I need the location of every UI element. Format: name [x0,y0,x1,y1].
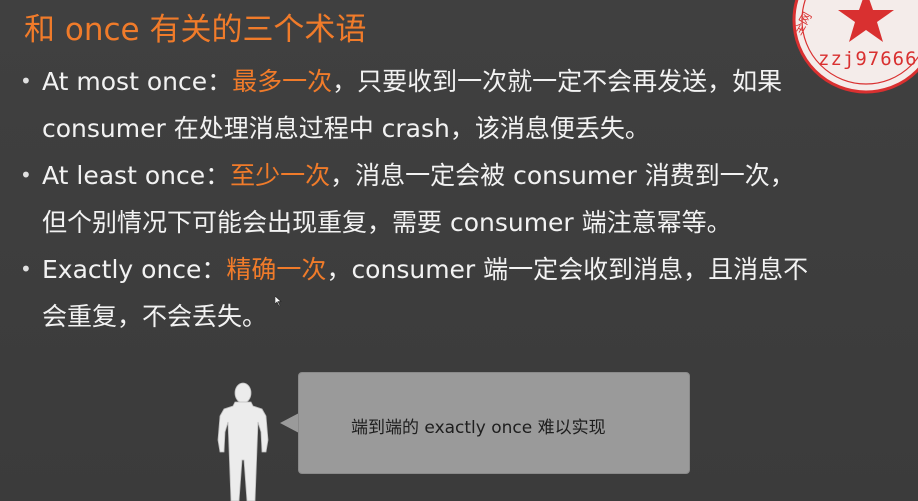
bullet-lead: At most once： [42,67,233,96]
bullet-line-2: 会重复，不会丢失。 [42,302,268,331]
bullet-rest: ，消息一定会被 consumer 消费到一次， [330,161,795,190]
bullet-line-1: Exactly once：精确一次，consumer 端一定会收到消息，且消息不 [42,246,900,293]
bullet-at-most-once: • At most once：最多一次，只要收到一次就一定不会再发送，如果 co… [20,58,900,152]
bullet-rest: ，只要收到一次就一定不会再发送，如果 [332,67,783,96]
slide-title: 和 once 有关的三个术语 [24,12,367,48]
bullet-highlight: 至少一次 [230,161,331,190]
bullet-list: • At most once：最多一次，只要收到一次就一定不会再发送，如果 co… [20,58,900,340]
bullet-line-1: At most once：最多一次，只要收到一次就一定不会再发送，如果 [42,58,900,105]
bullet-dot: • [20,69,32,93]
person-silhouette-icon [217,382,269,501]
bullet-lead: Exactly once： [42,255,227,284]
callout-text: 端到端的 exactly once 难以实现 [351,418,606,438]
bullet-line-2: 但个别情况下可能会出现重复，需要 consumer 端注意幂等。 [42,208,732,237]
bullet-dot: • [20,257,32,281]
bullet-line-1: At least once：至少一次，消息一定会被 consumer 消费到一次… [42,152,900,199]
bullet-dot: • [20,163,32,187]
watermark-label: zzj97666 [818,48,918,70]
bullet-line-2: consumer 在处理消息过程中 crash，该消息便丢失。 [42,114,650,143]
bullet-at-least-once: • At least once：至少一次，消息一定会被 consumer 消费到… [20,152,900,246]
bullet-highlight: 精确一次 [226,255,327,284]
mouse-cursor-icon [275,296,282,306]
slide: 和 once 有关的三个术语 • At most once：最多一次，只要收到一… [0,0,918,501]
callout-tail [280,413,299,433]
bullet-exactly-once: • Exactly once：精确一次，consumer 端一定会收到消息，且消… [20,246,900,340]
speech-callout: 端到端的 exactly once 难以实现 [298,372,690,474]
bullet-rest: ，consumer 端一定会收到消息，且消息不 [326,255,809,284]
bullet-highlight: 最多一次 [232,67,333,96]
bullet-lead: At least once： [42,161,231,190]
